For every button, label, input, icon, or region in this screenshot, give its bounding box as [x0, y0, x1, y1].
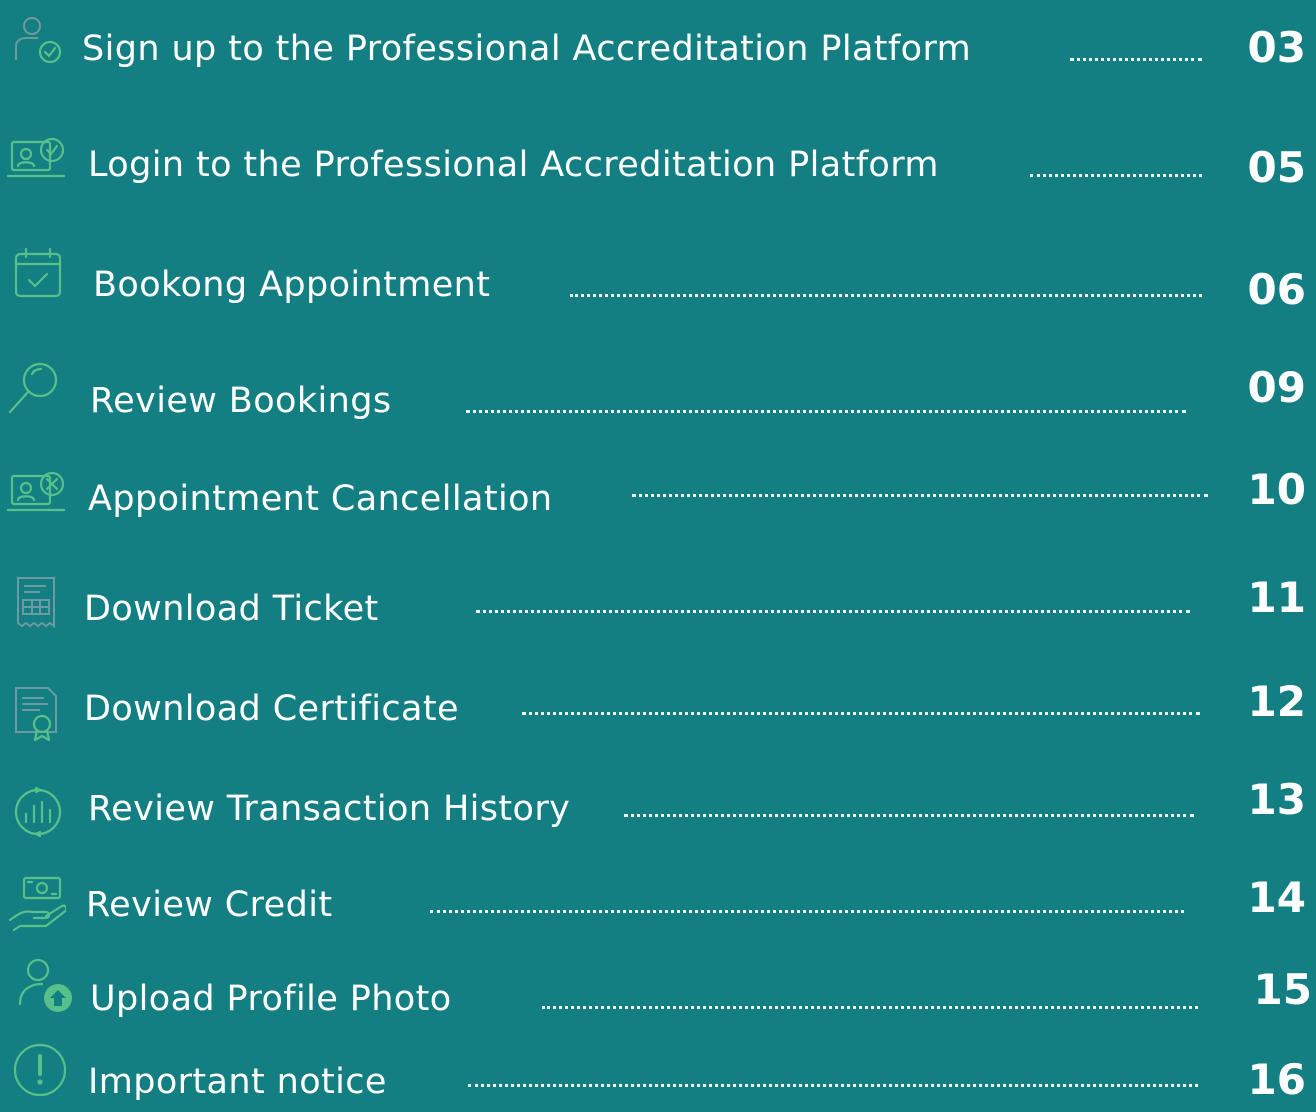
- toc-row[interactable]: Upload Profile Photo 15: [0, 958, 1316, 1030]
- toc-item-page: 06: [1247, 265, 1306, 314]
- toc-item-title: Download Certificate: [84, 689, 459, 729]
- toc-item-title: Review Transaction History: [88, 789, 571, 829]
- toc-item-title: Review Credit: [86, 885, 333, 925]
- table-of-contents: Sign up to the Professional Accreditatio…: [0, 0, 1316, 1103]
- toc-item-title: Download Ticket: [84, 589, 379, 629]
- toc-item-page: 12: [1247, 677, 1306, 726]
- laptop-cancel-icon: [6, 468, 66, 528]
- toc-item-page: 16: [1247, 1055, 1306, 1104]
- toc-item-page: 15: [1253, 965, 1312, 1014]
- toc-item-page: 10: [1247, 465, 1306, 514]
- toc-item-title: Appointment Cancellation: [88, 479, 553, 519]
- credit-hand-icon: [6, 874, 66, 934]
- dot-leader: [522, 712, 1200, 715]
- toc-item-page: 03: [1247, 23, 1306, 72]
- dot-leader: [1030, 174, 1202, 177]
- user-check-icon: [8, 12, 68, 72]
- toc-item-page: 05: [1247, 143, 1306, 192]
- toc-item-title: Upload Profile Photo: [90, 979, 452, 1019]
- toc-item-page: 11: [1247, 573, 1306, 622]
- toc-item-title: Bookong Appointment: [93, 265, 491, 305]
- transaction-history-icon: [8, 782, 68, 842]
- toc-item-page: 14: [1247, 873, 1306, 922]
- dot-leader: [624, 814, 1194, 817]
- calendar-check-icon: [10, 244, 70, 304]
- dot-leader: [570, 294, 1202, 297]
- dot-leader: [430, 910, 1184, 913]
- dot-leader: [542, 1006, 1198, 1009]
- toc-row[interactable]: Appointment Cancellation 10: [0, 465, 1316, 530]
- toc-row[interactable]: Review Transaction History 13: [0, 775, 1316, 842]
- dot-leader: [468, 1084, 1198, 1087]
- dot-leader: [466, 410, 1186, 413]
- dot-leader: [1070, 58, 1202, 61]
- certificate-icon: [8, 684, 68, 744]
- toc-row[interactable]: Download Certificate 12: [0, 677, 1316, 742]
- laptop-check-icon: [6, 134, 66, 194]
- toc-item-title: Sign up to the Professional Accreditatio…: [82, 29, 972, 69]
- toc-row[interactable]: Review Credit 14: [0, 876, 1316, 936]
- dot-leader: [632, 494, 1208, 497]
- toc-row[interactable]: Sign up to the Professional Accreditatio…: [0, 17, 1316, 80]
- toc-row[interactable]: Review Bookings 09: [0, 362, 1316, 432]
- profile-upload-icon: [14, 956, 74, 1016]
- toc-item-page: 09: [1247, 363, 1306, 412]
- exclamation-icon: [10, 1040, 70, 1100]
- toc-row[interactable]: Bookong Appointment 06: [0, 247, 1316, 316]
- ticket-icon: [10, 574, 70, 634]
- search-icon: [4, 360, 64, 420]
- toc-item-title: Login to the Professional Accreditation …: [88, 145, 939, 185]
- toc-item-page: 13: [1247, 775, 1306, 824]
- toc-item-title: Review Bookings: [90, 381, 392, 421]
- dot-leader: [476, 610, 1190, 613]
- toc-row[interactable]: Important notice 16: [0, 1043, 1316, 1112]
- toc-row[interactable]: Login to the Professional Accreditation …: [0, 136, 1316, 196]
- toc-item-title: Important notice: [88, 1062, 387, 1102]
- toc-row[interactable]: Download Ticket 11: [0, 576, 1316, 640]
